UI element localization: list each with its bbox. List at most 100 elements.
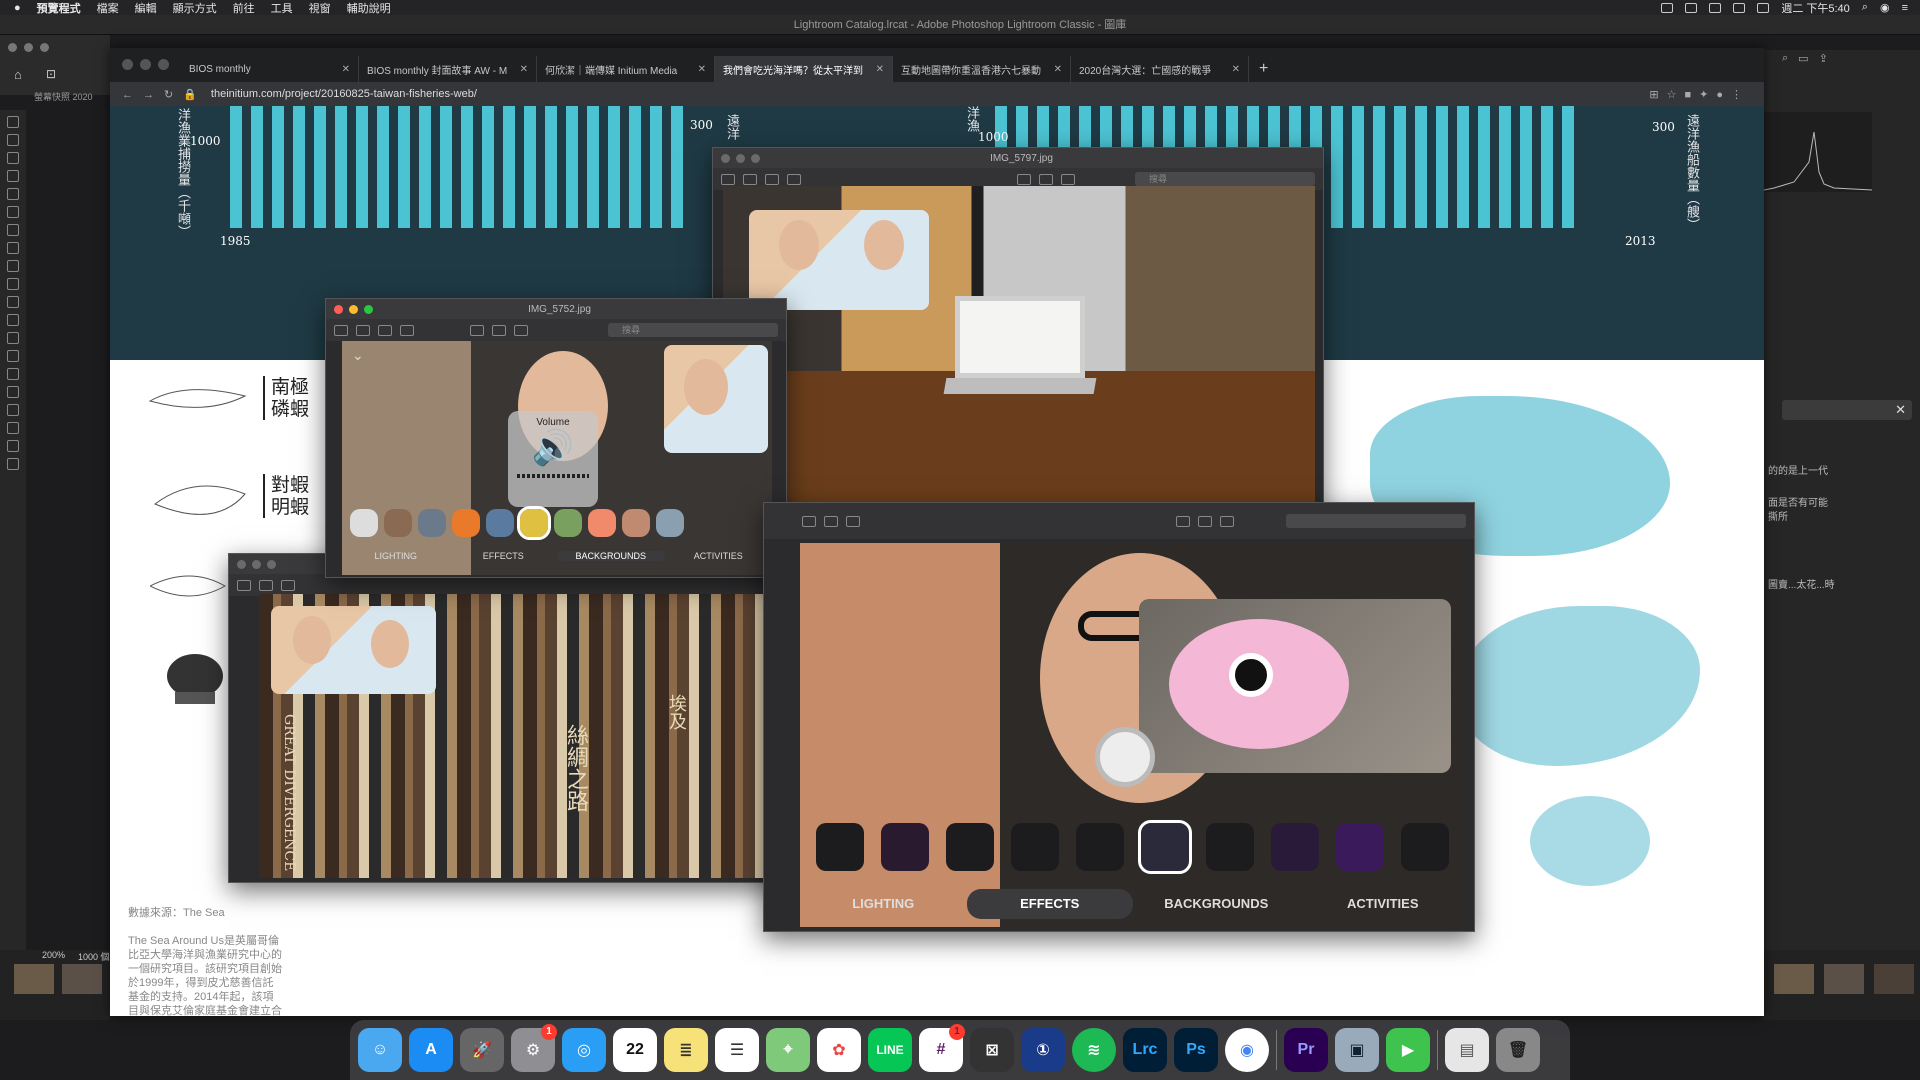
- photoshop-icon[interactable]: Ps: [1174, 1028, 1218, 1072]
- tab-lighting[interactable]: LIGHTING: [342, 551, 450, 561]
- shape-tool-icon[interactable]: [7, 422, 19, 434]
- close-icon[interactable]: ✕: [1895, 402, 1906, 418]
- zoom-icon[interactable]: [751, 153, 760, 163]
- eraser-tool-icon[interactable]: [7, 296, 19, 308]
- zoom-out-icon[interactable]: [802, 515, 816, 527]
- spotify-icon[interactable]: ≋: [1072, 1028, 1116, 1072]
- close-icon[interactable]: [8, 43, 17, 52]
- search-input[interactable]: [1286, 514, 1466, 528]
- premiere-icon[interactable]: Pr: [1284, 1028, 1328, 1072]
- system-preferences-icon[interactable]: ⚙ 1: [511, 1024, 557, 1072]
- brush-tool-icon[interactable]: [7, 242, 19, 254]
- effect-thumbnail[interactable]: [517, 506, 551, 540]
- zoom-in-icon[interactable]: [824, 515, 838, 527]
- zoom-icon[interactable]: [158, 59, 169, 70]
- launchpad-icon[interactable]: 🚀: [460, 1028, 504, 1072]
- line-icon[interactable]: LINE: [868, 1028, 912, 1072]
- effect-thumbnail[interactable]: [881, 823, 929, 871]
- annotate-icon[interactable]: [1061, 173, 1075, 185]
- wifi-icon[interactable]: [1733, 2, 1746, 13]
- annotate-icon[interactable]: [1220, 515, 1234, 527]
- capture-icon[interactable]: ⊠: [970, 1028, 1014, 1072]
- volume-icon[interactable]: [1709, 2, 1722, 13]
- crop-tool-icon[interactable]: [7, 188, 19, 200]
- slack-icon[interactable]: #1: [919, 1024, 965, 1072]
- preview-icon[interactable]: ▣: [1335, 1028, 1379, 1072]
- url-field[interactable]: theinitium.com/project/20160825-taiwan-f…: [211, 88, 477, 100]
- status-icon[interactable]: [1661, 2, 1674, 13]
- menu-tools[interactable]: 工具: [271, 0, 293, 16]
- app-store-icon[interactable]: A: [409, 1028, 453, 1072]
- search-input[interactable]: 搜尋: [608, 323, 778, 337]
- move-tool-icon[interactable]: [7, 116, 19, 128]
- effect-thumbnail[interactable]: [554, 509, 582, 537]
- lasso-tool-icon[interactable]: [7, 152, 19, 164]
- calendar-icon[interactable]: 22: [613, 1028, 657, 1072]
- home-icon[interactable]: ⌂: [14, 67, 22, 82]
- close-tab-icon[interactable]: ✕: [698, 64, 706, 75]
- document-icon[interactable]: ▤: [1445, 1028, 1489, 1072]
- markup-icon[interactable]: [1017, 173, 1031, 185]
- effect-thumbnail[interactable]: [1401, 823, 1449, 871]
- search-input[interactable]: 搜尋: [1135, 172, 1315, 186]
- effect-thumbnail[interactable]: [1336, 823, 1384, 871]
- filmstrip-thumb[interactable]: [62, 964, 102, 994]
- blur-tool-icon[interactable]: [7, 332, 19, 344]
- dodge-tool-icon[interactable]: [7, 350, 19, 362]
- effect-thumbnail[interactable]: [486, 509, 514, 537]
- zoom-in-icon[interactable]: [765, 173, 779, 185]
- markup-icon[interactable]: [1176, 515, 1190, 527]
- share-icon[interactable]: [846, 515, 860, 527]
- eyedropper-tool-icon[interactable]: [7, 206, 19, 218]
- tab-bios-monthly[interactable]: BIOS monthly ✕: [181, 56, 359, 82]
- menu-help[interactable]: 輔助說明: [347, 0, 391, 16]
- effect-thumbnail[interactable]: [1076, 823, 1124, 871]
- markup-icon[interactable]: [470, 324, 484, 336]
- tab-backgrounds[interactable]: BACKGROUNDS: [1133, 889, 1300, 919]
- share-icon[interactable]: [787, 173, 801, 185]
- path-tool-icon[interactable]: [7, 404, 19, 416]
- zoom-icon[interactable]: [364, 304, 373, 314]
- close-tab-icon[interactable]: ✕: [1054, 64, 1062, 75]
- tab-effects[interactable]: EFFECTS: [450, 551, 558, 561]
- shutter-button[interactable]: [1095, 727, 1155, 787]
- nav-buttons[interactable]: ←→↻: [122, 88, 183, 101]
- share-icon[interactable]: [400, 324, 414, 336]
- siri-icon[interactable]: ◉: [1880, 1, 1890, 14]
- effect-thumbnail[interactable]: [622, 509, 650, 537]
- select-tool-icon[interactable]: [7, 170, 19, 182]
- zoom-in-icon[interactable]: [378, 324, 392, 336]
- effect-thumbnail[interactable]: [418, 509, 446, 537]
- pen-tool-icon[interactable]: [7, 368, 19, 380]
- sidebar-icon[interactable]: [721, 173, 735, 185]
- tab-lighting[interactable]: LIGHTING: [800, 889, 967, 919]
- close-tab-icon[interactable]: ✕: [1232, 64, 1240, 75]
- effect-thumbnail[interactable]: [588, 509, 616, 537]
- chrome-icon[interactable]: ◉: [1225, 1028, 1269, 1072]
- minimize-icon[interactable]: [349, 304, 358, 314]
- zoom-icon[interactable]: [40, 43, 49, 52]
- menu-go[interactable]: 前往: [233, 0, 255, 16]
- zoom-out-icon[interactable]: [259, 579, 273, 591]
- filmstrip-thumb[interactable]: [1874, 964, 1914, 994]
- close-tab-icon[interactable]: ✕: [342, 64, 350, 75]
- spotlight-icon[interactable]: ⌕: [1862, 1, 1868, 14]
- effect-thumbnail[interactable]: [1138, 820, 1192, 874]
- heal-tool-icon[interactable]: [7, 224, 19, 236]
- search-icon[interactable]: ⌕: [1782, 52, 1788, 68]
- tab-activities[interactable]: ACTIVITIES: [665, 551, 773, 561]
- marquee-tool-icon[interactable]: [7, 134, 19, 146]
- 1password-icon[interactable]: ①: [1021, 1028, 1065, 1072]
- tab-activities[interactable]: ACTIVITIES: [1300, 889, 1467, 919]
- close-icon[interactable]: [721, 153, 730, 163]
- extension-icons[interactable]: ⊞☆■✦●⋮: [1649, 88, 1750, 101]
- close-icon[interactable]: [122, 59, 133, 70]
- notes-icon[interactable]: ≣: [664, 1028, 708, 1072]
- airplay-icon[interactable]: [1685, 2, 1698, 13]
- control-center-icon[interactable]: ≡: [1902, 2, 1908, 14]
- stamp-tool-icon[interactable]: [7, 260, 19, 272]
- close-tab-icon[interactable]: ✕: [520, 64, 528, 75]
- menu-app[interactable]: 預覽程式: [37, 0, 81, 16]
- reminders-icon[interactable]: ☰: [715, 1028, 759, 1072]
- menu-file[interactable]: 檔案: [97, 0, 119, 16]
